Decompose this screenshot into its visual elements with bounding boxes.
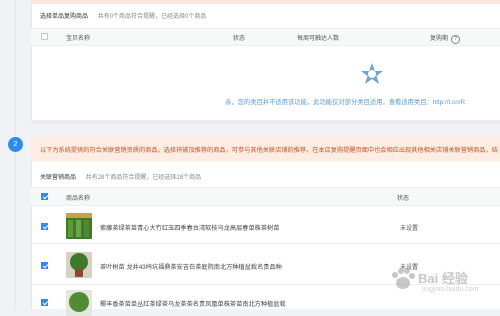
col-product-status: 状态 bbox=[397, 196, 410, 202]
watermark: Bai 经验 jingyan.baidu.com bbox=[388, 262, 492, 302]
scrollbar-track[interactable] bbox=[31, 120, 500, 124]
row-checkbox[interactable] bbox=[41, 262, 48, 269]
row-divider bbox=[31, 243, 500, 244]
product-thumbnail[interactable] bbox=[66, 252, 92, 278]
step-badge: 2 bbox=[8, 137, 23, 152]
selected-section-note: 共有0个商品符合提醒，已经选择0个商品 bbox=[97, 14, 207, 20]
notice-text: 以下为系统提供的符合关联营销资质的商品，选择将被加推荐的商品，可参与其他关联店铺… bbox=[40, 147, 498, 154]
watermark-text: Bai 经验 bbox=[418, 271, 468, 286]
related-table-header bbox=[31, 187, 500, 206]
help-icon[interactable]: ? bbox=[451, 35, 461, 44]
col-status: 状态 bbox=[233, 36, 246, 42]
col-product-name: 商品名称 bbox=[66, 196, 91, 202]
row-checkbox[interactable] bbox=[41, 299, 48, 306]
product-status: 未设置 bbox=[400, 226, 419, 232]
selected-section-header: 选择单品复购商品 共有0个商品符合提醒，已经选择0个商品 bbox=[40, 11, 206, 20]
selected-section-title: 选择单品复购商品 bbox=[40, 14, 89, 20]
product-name[interactable]: 椰丰香茶苗单丛红茶绿茶乌龙茶茶名贵凤凰单株茶苗南北方种植盆栽 bbox=[100, 299, 286, 308]
col-item-name: 宝贝名称 bbox=[66, 36, 91, 42]
timeline-line bbox=[15, 0, 16, 309]
empty-state-icon bbox=[361, 63, 383, 84]
product-thumbnail[interactable] bbox=[66, 290, 92, 316]
row-checkbox[interactable] bbox=[41, 223, 48, 230]
col-max-buyers: 每周可触达人数 bbox=[297, 36, 340, 42]
empty-state-message: 亲，您的类目并不适用该功能，此功能仅对部分类目适用，查看适用类目：http://… bbox=[225, 99, 465, 106]
related-select-all-checkbox[interactable] bbox=[41, 193, 48, 200]
product-name[interactable]: 茶叶树苗 龙井43鸠坑福鼎茶安吉白茶庭院南北方种植盆栽名贵品种 bbox=[100, 262, 282, 271]
product-name[interactable]: 紫藤茶绿茶苗青心大冇红玉四季春台湾软枝乌龙高层春单株茶树苗 bbox=[100, 223, 279, 232]
related-section-header: 关联营销商品 共有28个商品符合提醒，已经选择28个商品 bbox=[40, 172, 201, 181]
top-strip bbox=[31, 0, 500, 4]
watermark-sub: jingyan.baidu.com bbox=[422, 286, 479, 293]
paw-logo-icon bbox=[392, 268, 415, 289]
related-section-note: 共有28个商品符合提醒，已经选择28个商品 bbox=[85, 175, 202, 181]
col-cycle: 复购期? bbox=[430, 33, 461, 44]
select-all-checkbox[interactable] bbox=[41, 33, 48, 40]
col-cycle-label: 复购期 bbox=[430, 36, 449, 42]
product-thumbnail[interactable] bbox=[66, 213, 92, 239]
related-section-title: 关联营销商品 bbox=[40, 175, 77, 181]
